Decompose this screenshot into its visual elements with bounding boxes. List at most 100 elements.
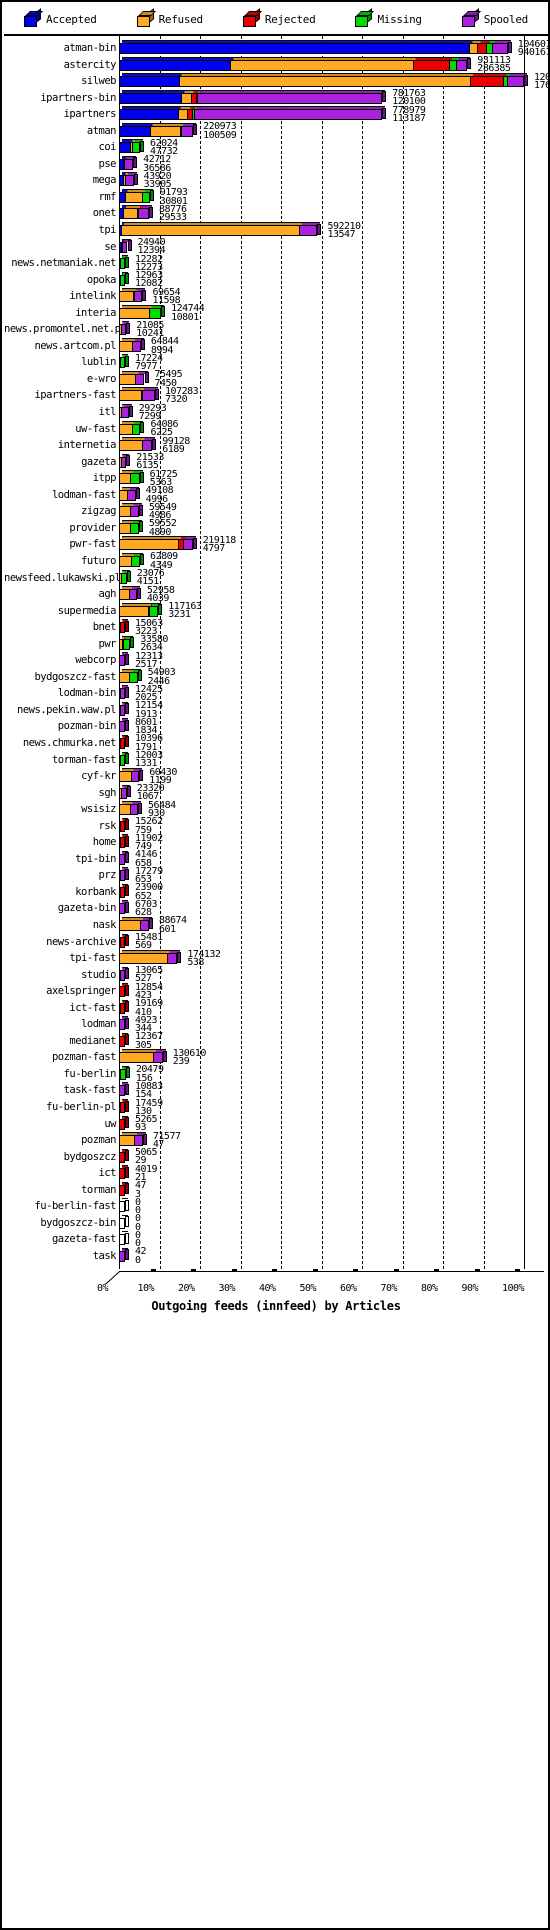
table-row: news.artcom.pl 64844 8994 bbox=[4, 337, 548, 356]
bar bbox=[119, 999, 133, 1017]
table-row: ipartners 778979 113187 bbox=[4, 105, 548, 124]
x-tick-mark bbox=[474, 1269, 480, 1273]
bar-side-face bbox=[125, 620, 129, 632]
bar-value-labels: 99128 6189 bbox=[162, 436, 190, 455]
bar-value-labels: 12367 305 bbox=[135, 1032, 163, 1051]
x-tick-label: 80% bbox=[421, 1283, 438, 1295]
x-tick-label: 30% bbox=[218, 1283, 236, 1295]
x-tick-mark bbox=[353, 1269, 358, 1273]
bar-segment-missing bbox=[129, 671, 138, 683]
bar-side-face bbox=[155, 388, 160, 400]
bar-segment-accepted bbox=[119, 43, 470, 54]
table-row: lublin 17224 7977 bbox=[4, 353, 548, 372]
bar-face bbox=[119, 43, 508, 54]
bar-segment-missing bbox=[148, 307, 162, 319]
bar-face bbox=[119, 605, 159, 617]
bar-side-face bbox=[125, 1001, 129, 1013]
table-row: nask 88674 601 bbox=[4, 916, 548, 935]
bar-segment-spooled bbox=[138, 208, 149, 220]
bar-segment-spooled bbox=[299, 225, 318, 237]
table-row: intelink 69654 11598 bbox=[4, 287, 548, 306]
bar-segment-refused bbox=[119, 489, 127, 501]
bar bbox=[119, 867, 133, 884]
bar bbox=[119, 387, 163, 404]
bar bbox=[119, 453, 134, 471]
table-row: pozman-fast 130610 239 bbox=[4, 1048, 548, 1067]
bar-side-face bbox=[138, 802, 143, 814]
bar-face bbox=[119, 324, 127, 336]
category-label: lublin bbox=[81, 356, 116, 369]
bar-value-labels: 1046019940161 bbox=[518, 39, 548, 58]
bar bbox=[119, 503, 147, 520]
bar-side-face bbox=[125, 703, 129, 715]
bar-side-face bbox=[192, 537, 197, 549]
bar-side-face bbox=[125, 1034, 129, 1046]
bar bbox=[119, 370, 153, 388]
category-label: webcorp bbox=[75, 654, 116, 667]
table-row: agh 52958 4039 bbox=[4, 585, 548, 604]
category-label: rsk bbox=[98, 819, 117, 832]
bar bbox=[119, 404, 137, 421]
bar-accepted-value: 0 bbox=[135, 1254, 141, 1266]
table-row: news.chmurka.net 10396 1791 bbox=[4, 734, 548, 753]
bar-segment-refused bbox=[119, 671, 130, 683]
table-row: ipartners-fast 107283 7320 bbox=[4, 386, 548, 405]
bar-segment-spooled bbox=[121, 407, 129, 419]
table-row: ict-fast 19169 410 bbox=[4, 999, 548, 1018]
category-label: rmf bbox=[98, 190, 117, 203]
bar-segment-refused bbox=[119, 555, 132, 567]
bar-face bbox=[119, 76, 524, 88]
bar bbox=[119, 1231, 133, 1248]
category-label: sgh bbox=[98, 786, 117, 799]
cube-icon bbox=[24, 7, 44, 27]
bar-side-face bbox=[142, 1133, 147, 1145]
bar-face bbox=[119, 307, 162, 319]
bar-side-face bbox=[138, 504, 143, 516]
bar bbox=[119, 321, 134, 338]
legend-label: Rejected bbox=[264, 12, 316, 26]
category-label: internetia bbox=[57, 439, 117, 452]
bar-segment-refused bbox=[119, 1135, 134, 1147]
bar-side-face bbox=[125, 1232, 129, 1244]
table-row: gazeta-fast 0 0 bbox=[4, 1230, 548, 1249]
bar-side-face bbox=[148, 918, 153, 930]
bar-side-face bbox=[139, 471, 144, 483]
bar bbox=[119, 966, 133, 984]
bar bbox=[119, 1099, 133, 1116]
table-row: bydgoszcz-fast 54903 2446 bbox=[4, 668, 548, 687]
bar-side-face bbox=[125, 984, 129, 996]
table-row: lodman 4923 344 bbox=[4, 1015, 548, 1034]
category-label: newsfeed.lukawski.pl bbox=[4, 571, 121, 584]
chart-page: Accepted Refused Rejected Missing Spooled at… bbox=[0, 0, 550, 1930]
bar bbox=[119, 1148, 133, 1166]
bar-segment-refused bbox=[119, 291, 133, 303]
legend-item-accepted: Accepted bbox=[24, 7, 97, 27]
bar-face bbox=[119, 291, 143, 303]
bar bbox=[119, 1065, 134, 1083]
bar-side-face bbox=[140, 554, 145, 566]
bar-side-face bbox=[125, 819, 129, 831]
bar-segment-refused bbox=[119, 340, 132, 352]
bar bbox=[119, 89, 390, 107]
table-row: supermedia 117163 3231 bbox=[4, 601, 548, 620]
bar bbox=[119, 56, 475, 74]
bar-side-face bbox=[193, 124, 198, 136]
bar-segment-spooled bbox=[180, 125, 194, 137]
category-label: axelspringer bbox=[46, 985, 116, 998]
table-row: provider 59552 4890 bbox=[4, 519, 548, 538]
bar-side-face bbox=[125, 355, 129, 367]
table-row: fu-berlin 20479 156 bbox=[4, 1065, 548, 1084]
category-label: korbank bbox=[75, 885, 116, 898]
bar-segment-refused bbox=[119, 804, 130, 816]
category-label: news.pekin.waw.pl bbox=[17, 703, 116, 716]
x-tick-mark bbox=[312, 1269, 318, 1273]
category-label: uw bbox=[104, 1117, 116, 1130]
bar-segment-missing bbox=[449, 59, 457, 71]
table-row: astercity 931113 286385 bbox=[4, 55, 548, 74]
bar-face bbox=[119, 208, 149, 220]
bar bbox=[119, 569, 135, 587]
bar bbox=[119, 751, 133, 769]
bar bbox=[119, 1214, 133, 1232]
table-row: ipartners-bin 781763 120100 bbox=[4, 88, 548, 107]
x-tick-mark bbox=[434, 1269, 439, 1273]
